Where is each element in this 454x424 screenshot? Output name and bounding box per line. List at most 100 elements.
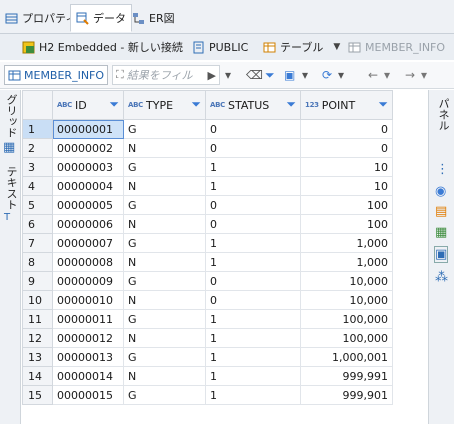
id-cell[interactable]: 00000003 [52, 157, 124, 177]
forward-arrow-icon[interactable]: → [405, 68, 415, 82]
table-row[interactable]: 5 00000005 G 0 100 [22, 195, 393, 215]
id-cell[interactable]: 00000012 [52, 328, 124, 348]
table-row[interactable]: 3 00000003 G 1 10 [22, 157, 393, 177]
references-icon[interactable]: ⁂ [435, 270, 448, 285]
table-row[interactable]: 7 00000007 G 1 1,000 [22, 233, 393, 253]
table-row[interactable]: 8 00000008 N 1 1,000 [22, 252, 393, 272]
id-cell[interactable]: 00000013 [52, 347, 124, 367]
refresh-icon[interactable]: ⟳ [322, 68, 332, 82]
column-filter-icon[interactable]: ⏷ [191, 97, 201, 112]
point-cell[interactable]: 10,000 [300, 290, 393, 310]
eraser-icon[interactable]: ⌫ [246, 68, 263, 82]
point-cell[interactable]: 1,000,001 [300, 347, 393, 367]
row-number-cell[interactable]: 14 [22, 366, 53, 386]
type-cell[interactable]: N [123, 138, 206, 158]
breadcrumb-connection[interactable]: H2 Embedded - 新しい接続 [22, 38, 183, 56]
table-row[interactable]: 11 00000011 G 1 100,000 [22, 309, 393, 329]
result-filter-input[interactable]: ⛶ 結果をフィル ▶ [112, 65, 220, 85]
id-cell[interactable]: 00000006 [52, 214, 124, 234]
breadcrumb-table[interactable]: MEMBER_INFO [348, 38, 445, 56]
id-cell[interactable]: 00000010 [52, 290, 124, 310]
status-cell[interactable]: 1 [205, 347, 301, 367]
table-row[interactable]: 2 00000002 N 0 0 [22, 138, 393, 158]
refresh-dropdown-icon[interactable]: ▾ [338, 68, 344, 82]
point-cell[interactable]: 100,000 [300, 328, 393, 348]
row-number-cell[interactable]: 1 [22, 119, 53, 139]
point-cell[interactable]: 10,000 [300, 271, 393, 291]
type-cell[interactable]: N [123, 290, 206, 310]
type-cell[interactable]: G [123, 157, 206, 177]
point-cell[interactable]: 1,000 [300, 252, 393, 272]
column-filter-icon[interactable]: ⏷ [109, 97, 119, 112]
table-row[interactable]: 6 00000006 N 0 100 [22, 214, 393, 234]
breadcrumb-schema[interactable]: PUBLIC [192, 38, 248, 56]
row-number-cell[interactable]: 6 [22, 214, 53, 234]
table-row[interactable]: 4 00000004 N 1 10 [22, 176, 393, 196]
tab-er-diagram[interactable]: ER図 [127, 4, 180, 32]
presentation-icon[interactable]: ▣ [434, 246, 449, 263]
type-cell[interactable]: N [123, 214, 206, 234]
type-cell[interactable]: G [123, 309, 206, 329]
point-cell[interactable]: 100,000 [300, 309, 393, 329]
panels-tab[interactable]: パネル [435, 98, 451, 131]
column-header-type[interactable]: ABC TYPE ⏷ [123, 90, 206, 120]
row-number-cell[interactable]: 13 [22, 347, 53, 367]
type-cell[interactable]: G [123, 385, 206, 405]
id-cell[interactable]: 00000002 [52, 138, 124, 158]
status-cell[interactable]: 0 [205, 290, 301, 310]
row-number-cell[interactable]: 12 [22, 328, 53, 348]
point-cell[interactable]: 1,000 [300, 233, 393, 253]
point-cell[interactable]: 10 [300, 157, 393, 177]
grid-view-tab[interactable]: グリッド [3, 94, 19, 138]
row-number-cell[interactable]: 15 [22, 385, 53, 405]
status-cell[interactable]: 1 [205, 385, 301, 405]
id-cell[interactable]: 00000011 [52, 309, 124, 329]
id-cell[interactable]: 00000004 [52, 176, 124, 196]
id-cell[interactable]: 00000014 [52, 366, 124, 386]
point-cell[interactable]: 999,901 [300, 385, 393, 405]
type-cell[interactable]: G [123, 271, 206, 291]
back-dropdown-icon[interactable]: ▾ [384, 68, 390, 82]
table-row[interactable]: 9 00000009 G 0 10,000 [22, 271, 393, 291]
row-number-header[interactable] [22, 90, 53, 120]
status-cell[interactable]: 1 [205, 328, 301, 348]
row-number-cell[interactable]: 8 [22, 252, 53, 272]
row-number-cell[interactable]: 3 [22, 157, 53, 177]
point-cell[interactable]: 0 [300, 119, 393, 139]
type-cell[interactable]: G [123, 233, 206, 253]
status-cell[interactable]: 1 [205, 233, 301, 253]
active-table-selector[interactable]: MEMBER_INFO [4, 65, 108, 85]
row-number-cell[interactable]: 11 [22, 309, 53, 329]
id-cell[interactable]: 00000007 [52, 233, 124, 253]
column-header-status[interactable]: ABC STATUS ⏷ [205, 90, 301, 120]
status-cell[interactable]: 1 [205, 157, 301, 177]
filter-settings-icon[interactable]: ⏷ [265, 68, 275, 82]
point-cell[interactable]: 999,991 [300, 366, 393, 386]
panels-icon[interactable]: ⋮ [436, 162, 449, 177]
type-cell[interactable]: N [123, 366, 206, 386]
type-cell[interactable]: G [123, 119, 206, 139]
row-number-cell[interactable]: 2 [22, 138, 53, 158]
type-cell[interactable]: G [123, 195, 206, 215]
column-header-id[interactable]: ABC ID ⏷ [52, 90, 124, 120]
id-cell[interactable]: 00000015 [52, 385, 124, 405]
point-cell[interactable]: 100 [300, 214, 393, 234]
status-cell[interactable]: 0 [205, 271, 301, 291]
row-number-cell[interactable]: 10 [22, 290, 53, 310]
point-cell[interactable]: 10 [300, 176, 393, 196]
text-view-tab[interactable]: テキスト [3, 166, 19, 210]
column-filter-icon[interactable]: ⏷ [378, 97, 388, 112]
id-cell[interactable]: 00000005 [52, 195, 124, 215]
point-cell[interactable]: 0 [300, 138, 393, 158]
id-cell[interactable]: 00000009 [52, 271, 124, 291]
table-row[interactable]: 1 00000001 G 0 0 [22, 119, 393, 139]
status-cell[interactable]: 1 [205, 176, 301, 196]
status-cell[interactable]: 1 [205, 309, 301, 329]
calc-icon[interactable]: ▦ [435, 225, 447, 240]
back-arrow-icon[interactable]: ← [368, 68, 378, 82]
table-row[interactable]: 15 00000015 G 1 999,901 [22, 385, 393, 405]
column-filter-icon[interactable]: ⏷ [286, 97, 296, 112]
forward-dropdown-icon[interactable]: ▾ [421, 68, 427, 82]
grouping-icon[interactable]: ▤ [435, 204, 447, 219]
row-number-cell[interactable]: 4 [22, 176, 53, 196]
